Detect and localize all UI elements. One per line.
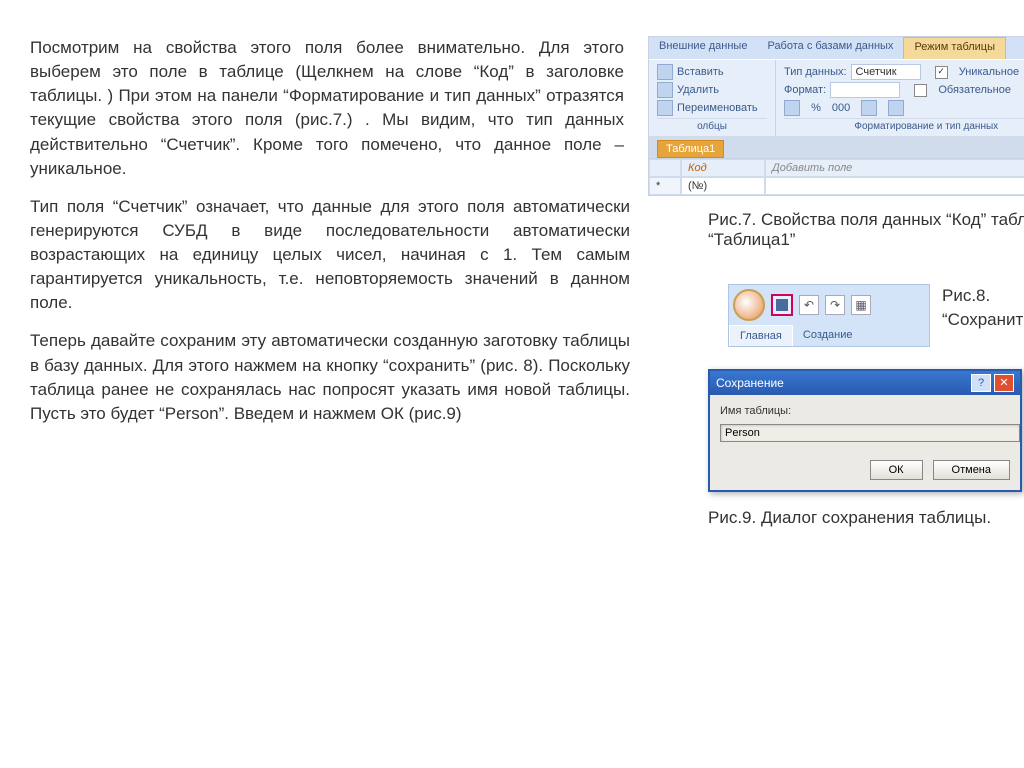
dialog-table-name-input[interactable] <box>720 424 1020 442</box>
undo-icon[interactable]: ↶ <box>799 295 819 315</box>
save-button[interactable] <box>771 294 793 316</box>
format-dropdown[interactable] <box>830 82 900 98</box>
delete-button[interactable]: Удалить <box>677 84 719 96</box>
dialog-help-button[interactable]: ? <box>971 374 991 392</box>
percent-button[interactable]: % <box>811 102 821 114</box>
dialog-close-button[interactable]: ✕ <box>994 374 1014 392</box>
figure-7-caption: Рис.7. Свойства поля данных “Код” таблиц… <box>648 210 1024 250</box>
data-type-dropdown[interactable]: Счетчик <box>851 64 921 80</box>
decimal-dec-icon[interactable] <box>888 100 904 116</box>
column-header-add-field[interactable]: Добавить поле <box>765 159 1024 177</box>
group-columns-label: олбцы <box>657 118 767 132</box>
tab-create[interactable]: Создание <box>793 325 863 346</box>
required-label: Обязательное <box>938 84 1011 96</box>
currency-icon[interactable] <box>784 100 800 116</box>
save-icon <box>776 299 788 311</box>
required-checkbox[interactable] <box>914 84 927 97</box>
decimal-inc-icon[interactable] <box>861 100 877 116</box>
paragraph-3: Теперь давайте сохраним эту автоматическ… <box>30 329 630 426</box>
delete-icon <box>657 82 673 98</box>
figure-9-caption: Рис.9. Диалог сохранения таблицы. <box>648 508 1024 528</box>
rename-icon <box>657 100 673 116</box>
group-formatting-label: Форматирование и тип данных <box>784 118 1024 132</box>
figure-7-ribbon: Внешние данные Работа с базами данных Ре… <box>648 36 1024 196</box>
comma-format-button[interactable]: 000 <box>832 102 850 114</box>
ribbon-tab-table-mode[interactable]: Режим таблицы <box>903 37 1006 59</box>
dialog-table-name-label: Имя таблицы: <box>720 405 1010 417</box>
dialog-title: Сохранение <box>716 376 784 390</box>
dialog-ok-button[interactable]: ОК <box>870 460 923 480</box>
ribbon-tab-external-data[interactable]: Внешние данные <box>649 37 757 59</box>
ribbon-tab-database-tools[interactable]: Работа с базами данных <box>757 37 903 59</box>
tab-home[interactable]: Главная <box>729 325 793 346</box>
insert-icon <box>657 64 673 80</box>
insert-button[interactable]: Вставить <box>677 66 724 78</box>
figure-9-dialog: Сохранение ? ✕ Имя таблицы: ОК Отмена <box>708 369 1022 492</box>
data-type-label: Тип данных: <box>784 66 847 78</box>
rename-button[interactable]: Переименовать <box>677 102 758 114</box>
table-cell-autonumber: (№) <box>681 177 765 195</box>
figure-8-qat: ↶ ↷ ▦ Главная Создание <box>728 284 930 347</box>
paragraph-2: Тип поля “Счетчик” означает, что данные … <box>30 195 630 316</box>
figure-8-caption-a: Рис.8. <box>942 286 990 305</box>
dialog-cancel-button[interactable]: Отмена <box>933 460 1010 480</box>
unique-label: Уникальное <box>959 66 1019 78</box>
table-tab[interactable]: Таблица1 <box>657 140 724 158</box>
unique-checkbox[interactable]: ✓ <box>935 66 948 79</box>
redo-icon[interactable]: ↷ <box>825 295 845 315</box>
column-header-code[interactable]: Код <box>681 159 765 177</box>
paragraph-1: Посмотрим на свойства этого поля более в… <box>30 36 630 181</box>
format-label: Формат: <box>784 84 826 96</box>
office-button-icon[interactable] <box>733 289 765 321</box>
table-view-icon[interactable]: ▦ <box>851 295 871 315</box>
